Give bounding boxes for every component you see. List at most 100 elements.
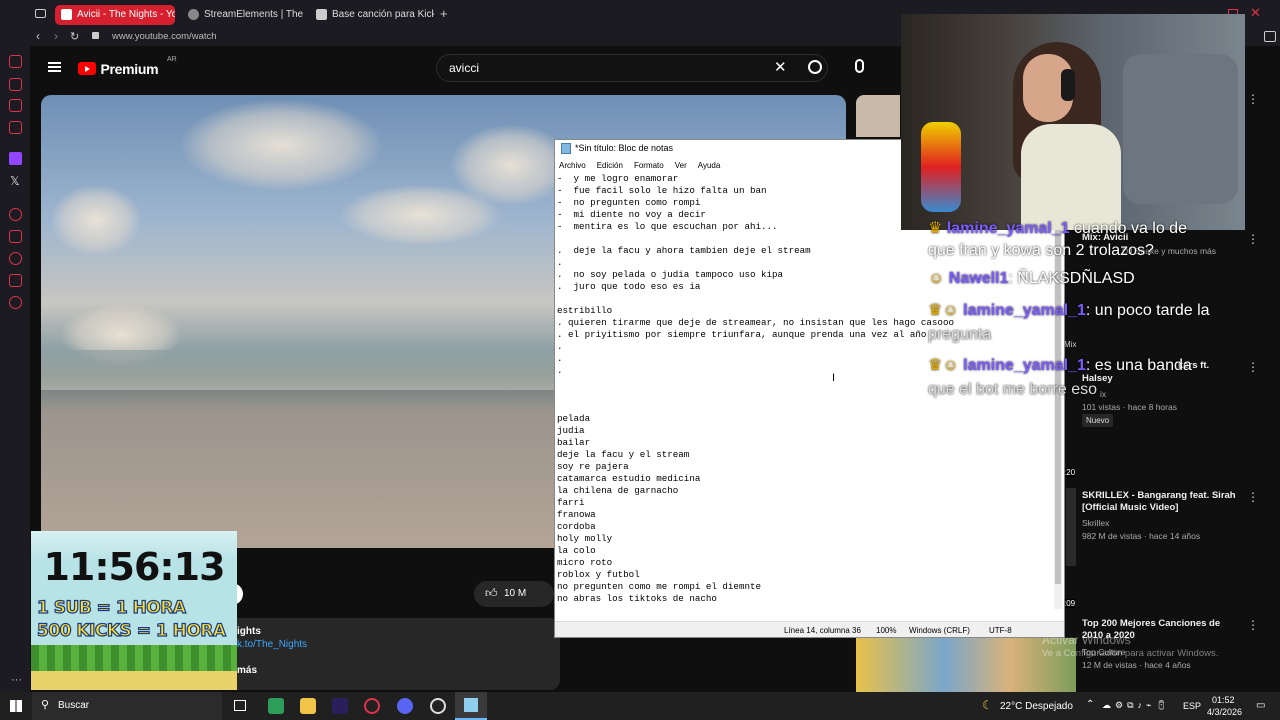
- notepad-line: bailar: [557, 437, 591, 448]
- more-options-icon[interactable]: ⋮: [1247, 490, 1259, 504]
- description-box[interactable]: ights k.to/The_Nights más: [230, 618, 560, 690]
- search-input[interactable]: avicci ✕: [436, 54, 828, 82]
- notepad-taskbar-button[interactable]: [455, 692, 487, 720]
- language-indicator[interactable]: ESP: [1183, 701, 1201, 711]
- voice-search-icon[interactable]: [855, 59, 864, 73]
- subathon-timer: 11:56:13 1 SUB = 1 HORA 500 KICKS = 1 HO…: [31, 531, 237, 690]
- youtube-logo[interactable]: Premium AR: [78, 56, 177, 78]
- badge-icon: ♛☺: [928, 357, 959, 374]
- notepad-line: catamarca estudio medicina: [557, 473, 701, 484]
- notepad-line: la colo: [557, 545, 596, 556]
- bookmarks-icon[interactable]: [9, 230, 22, 243]
- encoding: UTF-8: [989, 626, 1012, 635]
- rec-meta: 12 M de vistas · hace 4 años: [1082, 660, 1191, 670]
- menu-ver[interactable]: Ver: [675, 161, 687, 170]
- menu-formato[interactable]: Formato: [634, 161, 664, 170]
- notepad-line: [557, 401, 1053, 413]
- show-more-link[interactable]: más: [237, 665, 257, 676]
- chat-text: pregunta: [928, 326, 992, 343]
- rec-thumbnail[interactable]: [1066, 488, 1076, 566]
- clear-search-icon[interactable]: ✕: [774, 58, 787, 76]
- notepad-icon: [561, 143, 571, 154]
- gaming-chair: [1123, 54, 1238, 204]
- chat-username: Nawell1: [948, 270, 1009, 287]
- close-icon[interactable]: ✕: [1250, 5, 1261, 21]
- more-options-icon[interactable]: ⋮: [1247, 360, 1259, 374]
- opera-icon[interactable]: [364, 698, 380, 714]
- tray-icons[interactable]: ☁⚙⧉♪⌁🔋︎: [1102, 700, 1171, 711]
- menu-ayuda[interactable]: Ayuda: [698, 161, 721, 170]
- messenger-icon[interactable]: [9, 78, 22, 91]
- file-explorer-icon[interactable]: [300, 698, 316, 714]
- premiere-icon[interactable]: [332, 698, 348, 714]
- tray-chevron-icon[interactable]: ⌃: [1086, 699, 1094, 710]
- chat-text: cuando va lo de: [1074, 220, 1187, 237]
- line-endings: Windows (CRLF): [909, 626, 970, 635]
- more-options-icon[interactable]: ⋮: [1247, 618, 1259, 632]
- tab-streamelements[interactable]: StreamElements | The Ulti: [182, 5, 304, 25]
- twitch-icon[interactable]: [9, 152, 22, 165]
- cursor-position: Línea 14, columna 36: [784, 626, 861, 635]
- tab-kick-base[interactable]: Base canción para Kick: [310, 5, 434, 25]
- taskbar-search[interactable]: ⚲ Buscar: [32, 692, 222, 720]
- notepad-line: cordoba: [557, 521, 596, 532]
- obs-icon[interactable]: [430, 698, 446, 714]
- zoom-level: 100%: [876, 626, 897, 635]
- x-icon[interactable]: 𝕏: [10, 174, 20, 188]
- menu-icon[interactable]: [48, 62, 61, 72]
- next-video-thumbnail[interactable]: [856, 95, 900, 137]
- duration-fragment: :20: [1064, 468, 1076, 477]
- notepad-line: farri: [557, 497, 585, 508]
- notepad-line: pelada: [557, 413, 591, 424]
- pixel-ground: [31, 671, 237, 690]
- url-field[interactable]: www.youtube.com/watch: [112, 31, 217, 42]
- description-link[interactable]: k.to/The_Nights: [237, 639, 307, 650]
- chat-message: ♛☺ lamine_yamal_1: es una banda: [928, 357, 1192, 374]
- more-icon[interactable]: ···: [11, 674, 22, 686]
- rec-title[interactable]: SKRILLEX - Bangarang feat. Sirah [Offici…: [1082, 490, 1242, 514]
- notepad-app-icon: [464, 698, 478, 712]
- search-value: avicci: [449, 61, 480, 75]
- notepad-line: micro roto: [557, 557, 613, 568]
- mix-label-fragment: Mix: [1064, 340, 1077, 349]
- like-count: 10 M: [504, 588, 527, 599]
- weather-text[interactable]: 22°C Despejado: [1000, 701, 1073, 712]
- reload-icon[interactable]: ↻: [70, 30, 79, 43]
- instagram-icon[interactable]: [9, 121, 22, 134]
- settings-icon[interactable]: [9, 296, 22, 309]
- player-icon[interactable]: [9, 208, 22, 221]
- like-button[interactable]: 👍︎ 10 M: [474, 581, 554, 607]
- notifications-icon[interactable]: ▭: [1256, 700, 1265, 711]
- back-icon[interactable]: ‹: [36, 29, 40, 43]
- menu-edicion[interactable]: Edición: [597, 161, 623, 170]
- badge-icon: ♛: [928, 220, 943, 237]
- search-button[interactable]: [808, 60, 822, 74]
- extensions-icon[interactable]: [9, 274, 22, 287]
- new-tab-icon[interactable]: +: [440, 6, 448, 21]
- activate-windows-hint: Ve a Configuración para activar Windows.: [1042, 648, 1219, 659]
- webcam-feed: [901, 14, 1245, 230]
- workspaces-icon[interactable]: [35, 9, 46, 18]
- discord-icon[interactable]: [397, 698, 413, 714]
- chat-message-continued: que fran y kowa son 2 trolazos?: [928, 242, 1154, 260]
- clock-time[interactable]: 01:52: [1212, 695, 1235, 705]
- start-icon[interactable]: [10, 700, 22, 712]
- chat-text: que el bot me borre eso: [928, 381, 1097, 398]
- chat-text: un poco tarde la: [1094, 302, 1210, 319]
- history-icon[interactable]: [9, 252, 22, 265]
- sidebar-toggle-icon[interactable]: [1264, 31, 1276, 42]
- whatsapp-icon[interactable]: [9, 99, 22, 112]
- task-view-icon[interactable]: [234, 700, 246, 711]
- more-options-icon[interactable]: ⋮: [1247, 92, 1259, 106]
- streamer-top: [1021, 124, 1121, 230]
- aria-icon[interactable]: [9, 55, 22, 68]
- more-options-icon[interactable]: ⋮: [1247, 232, 1259, 246]
- app-icon[interactable]: [268, 698, 284, 714]
- region-label: AR: [167, 56, 177, 63]
- menu-archivo[interactable]: Archivo: [559, 161, 586, 170]
- tab-youtube[interactable]: Avicii - The Nights - YouTube: [55, 5, 175, 25]
- notepad-line: franowa: [557, 509, 596, 520]
- clock-date[interactable]: 4/3/2026: [1207, 707, 1242, 717]
- rec-channel-fragment: ix: [1100, 389, 1107, 399]
- forward-icon[interactable]: ›: [54, 29, 58, 43]
